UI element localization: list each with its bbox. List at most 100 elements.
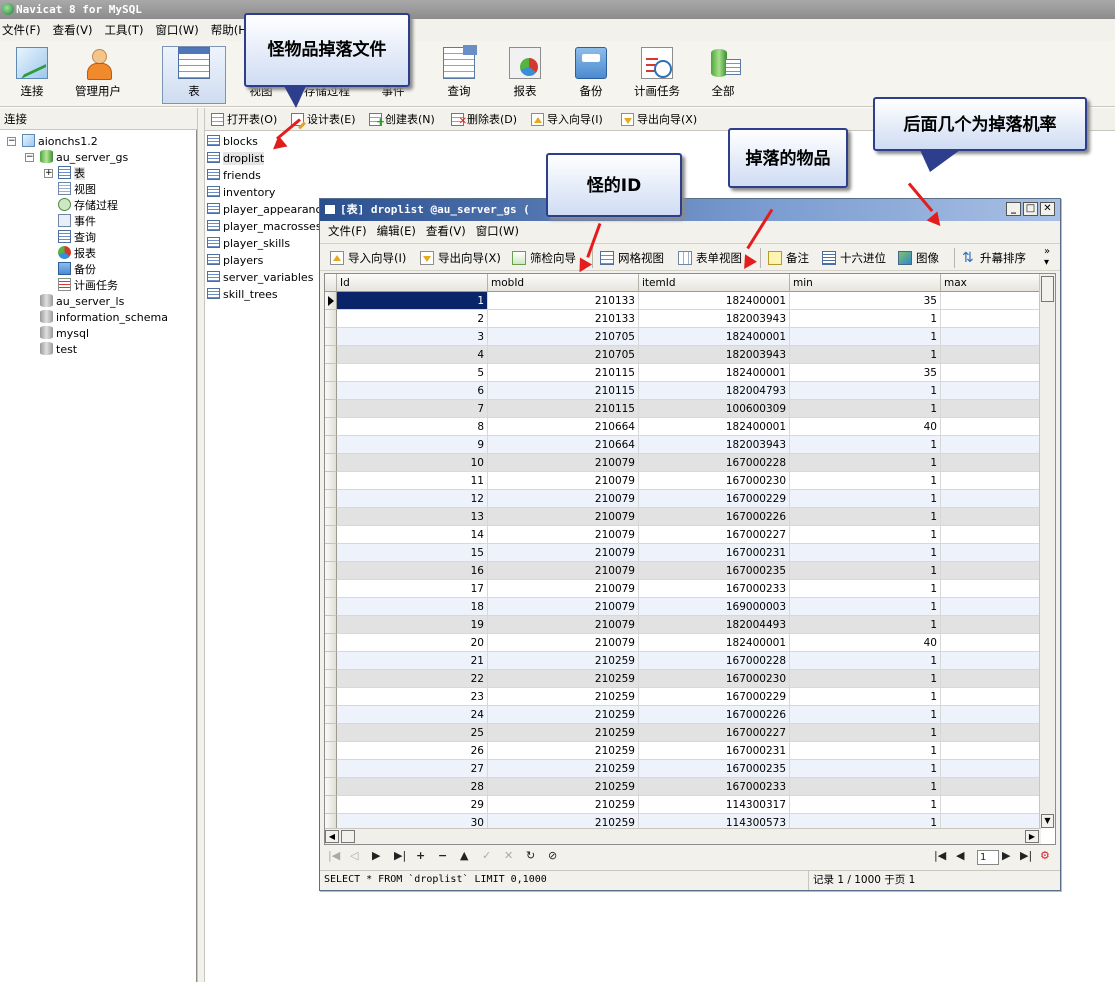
queries-button[interactable]: 查询 xyxy=(427,45,491,103)
row-indicator[interactable] xyxy=(325,598,337,616)
table-cell[interactable]: 25 xyxy=(337,724,488,742)
table-cell[interactable]: 210259 xyxy=(488,778,639,796)
table-cell[interactable]: 210079 xyxy=(488,562,639,580)
open-table-button[interactable]: 打开表(O) xyxy=(209,111,277,128)
table-cell[interactable]: 210133 xyxy=(488,292,639,310)
table-cell[interactable]: 1 xyxy=(790,382,941,400)
table-cell[interactable]: 167000227 xyxy=(639,724,790,742)
memo-button[interactable]: 备注 xyxy=(766,249,809,267)
table-cell[interactable]: 167000227 xyxy=(639,526,790,544)
table-cell[interactable]: 182004493 xyxy=(639,616,790,634)
table-cell[interactable]: 210115 xyxy=(488,364,639,382)
table-cell[interactable] xyxy=(941,580,1041,598)
tree-db-au-server-gs[interactable]: au_server_gs xyxy=(40,150,128,166)
table-cell[interactable] xyxy=(941,562,1041,580)
column-header-itemid[interactable]: itemId xyxy=(639,274,790,292)
table-cell[interactable] xyxy=(941,598,1041,616)
window-menu-edit[interactable]: 编辑(E) xyxy=(377,223,416,239)
table-row[interactable]: 8 210664 182400001 40 xyxy=(325,418,1041,436)
table-cell[interactable]: 7 xyxy=(337,400,488,418)
table-cell[interactable] xyxy=(941,544,1041,562)
table-cell[interactable]: 1 xyxy=(790,526,941,544)
table-cell[interactable]: 24 xyxy=(337,706,488,724)
table-cell[interactable] xyxy=(941,688,1041,706)
table-cell[interactable]: 210079 xyxy=(488,454,639,472)
table-cell[interactable]: 210079 xyxy=(488,544,639,562)
row-indicator[interactable] xyxy=(325,652,337,670)
row-indicator[interactable] xyxy=(325,616,337,634)
tree-db-information-schema[interactable]: information_schema xyxy=(40,310,168,326)
tree-node-backups[interactable]: 备份 xyxy=(58,262,96,278)
table-item-server-variables[interactable]: server_variables xyxy=(207,270,313,286)
table-cell[interactable]: 1 xyxy=(790,652,941,670)
table-cell[interactable]: 27 xyxy=(337,760,488,778)
row-indicator[interactable] xyxy=(325,418,337,436)
table-cell[interactable]: 19 xyxy=(337,616,488,634)
table-row[interactable]: 16 210079 167000235 1 xyxy=(325,562,1041,580)
manage-users-button[interactable]: 管理用户 xyxy=(66,47,130,103)
table-cell[interactable]: 182400001 xyxy=(639,634,790,652)
table-cell[interactable]: 182004793 xyxy=(639,382,790,400)
table-cell[interactable]: 18 xyxy=(337,598,488,616)
table-row[interactable]: 20 210079 182400001 40 xyxy=(325,634,1041,652)
table-cell[interactable]: 40 xyxy=(790,634,941,652)
menu-file[interactable]: 文件(F) xyxy=(2,22,41,38)
all-button[interactable]: 全部 xyxy=(691,47,755,103)
table-row[interactable]: 12 210079 167000229 1 xyxy=(325,490,1041,508)
table-cell[interactable] xyxy=(941,454,1041,472)
table-row[interactable]: 29 210259 114300317 1 xyxy=(325,796,1041,814)
table-cell[interactable]: 210079 xyxy=(488,472,639,490)
row-indicator[interactable] xyxy=(325,328,337,346)
table-cell[interactable]: 210079 xyxy=(488,616,639,634)
table-cell[interactable]: 167000233 xyxy=(639,580,790,598)
table-cell[interactable] xyxy=(941,508,1041,526)
table-row[interactable]: 11 210079 167000230 1 xyxy=(325,472,1041,490)
table-cell[interactable]: 167000230 xyxy=(639,670,790,688)
table-cell[interactable] xyxy=(941,328,1041,346)
menu-window[interactable]: 窗口(W) xyxy=(155,22,198,38)
filter-wizard-button[interactable]: 筛检向导 xyxy=(510,249,576,267)
table-cell[interactable] xyxy=(941,490,1041,508)
table-cell[interactable]: 1 xyxy=(790,472,941,490)
table-row[interactable]: 6 210115 182004793 1 xyxy=(325,382,1041,400)
table-cell[interactable] xyxy=(941,706,1041,724)
delete-record-icon[interactable]: − xyxy=(438,849,447,862)
table-cell[interactable]: 167000231 xyxy=(639,742,790,760)
menu-tools[interactable]: 工具(T) xyxy=(104,22,143,38)
table-cell[interactable]: 167000228 xyxy=(639,652,790,670)
row-indicator[interactable] xyxy=(325,472,337,490)
table-cell[interactable]: 210079 xyxy=(488,634,639,652)
table-cell[interactable]: 28 xyxy=(337,778,488,796)
toolbar-overflow-icon[interactable]: » ▾ xyxy=(1044,246,1050,268)
table-cell[interactable]: 1 xyxy=(790,724,941,742)
table-cell[interactable]: 114300317 xyxy=(639,796,790,814)
row-indicator[interactable] xyxy=(325,526,337,544)
limit-settings-icon[interactable]: ⚙ xyxy=(1040,849,1050,862)
table-cell[interactable]: 167000228 xyxy=(639,454,790,472)
refresh-icon[interactable]: ↻ xyxy=(526,849,535,862)
panel-splitter[interactable] xyxy=(197,108,205,982)
table-cell[interactable]: 1 xyxy=(790,436,941,454)
table-cell[interactable]: 1 xyxy=(790,544,941,562)
table-cell[interactable]: 22 xyxy=(337,670,488,688)
table-cell[interactable]: 1 xyxy=(790,580,941,598)
table-cell[interactable]: 1 xyxy=(790,670,941,688)
tree-node-schedules[interactable]: 计画任务 xyxy=(58,278,118,294)
row-indicator[interactable] xyxy=(325,706,337,724)
scroll-down-icon[interactable]: ▼ xyxy=(1041,814,1054,828)
row-indicator[interactable] xyxy=(325,490,337,508)
maximize-button[interactable]: □ xyxy=(1023,202,1038,216)
scroll-thumb[interactable] xyxy=(341,830,355,843)
row-indicator[interactable] xyxy=(325,562,337,580)
table-item-skill-trees[interactable]: skill_trees xyxy=(207,287,278,303)
table-cell[interactable]: 182400001 xyxy=(639,292,790,310)
table-cell[interactable]: 210079 xyxy=(488,490,639,508)
table-cell[interactable] xyxy=(941,760,1041,778)
row-indicator[interactable] xyxy=(325,796,337,814)
table-cell[interactable]: 5 xyxy=(337,364,488,382)
table-cell[interactable]: 8 xyxy=(337,418,488,436)
hex-button[interactable]: 十六进位 xyxy=(820,249,886,267)
table-cell[interactable] xyxy=(941,382,1041,400)
column-header-min[interactable]: min xyxy=(790,274,941,292)
table-row[interactable]: 13 210079 167000226 1 xyxy=(325,508,1041,526)
